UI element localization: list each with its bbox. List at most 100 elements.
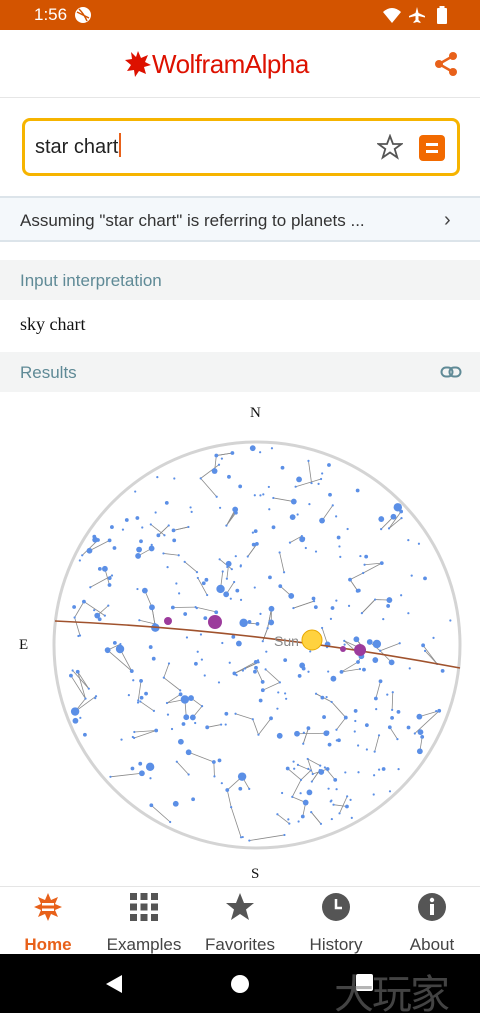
star-point — [235, 589, 239, 593]
star-point — [283, 658, 287, 662]
star-point — [337, 536, 341, 540]
nav-examples[interactable]: Examples — [96, 887, 192, 955]
star-point — [259, 613, 261, 615]
search-input[interactable]: star chart — [35, 133, 121, 159]
star-point — [386, 597, 392, 603]
nav-about-label: About — [384, 935, 480, 955]
star-point — [236, 641, 242, 647]
star-point — [166, 566, 168, 568]
star-point — [222, 570, 224, 572]
nav-home-label: Home — [0, 935, 96, 955]
star-point — [378, 769, 380, 771]
star-point — [300, 792, 302, 794]
star-point — [240, 565, 242, 567]
home-circle-icon[interactable] — [230, 974, 250, 994]
star-point — [307, 460, 309, 462]
star-point — [326, 696, 328, 698]
star-point — [297, 513, 299, 515]
star-point — [88, 688, 90, 690]
star-point — [111, 574, 113, 576]
star-point — [276, 813, 278, 815]
star-point — [278, 584, 282, 588]
star-point — [102, 566, 108, 572]
wolfram-home-icon — [32, 891, 64, 923]
star-point — [82, 600, 86, 604]
star-point — [98, 617, 102, 621]
star-point — [141, 526, 143, 528]
star-point — [212, 760, 216, 764]
star-point — [166, 702, 168, 704]
compute-button[interactable] — [419, 135, 445, 161]
star-point — [272, 525, 276, 529]
star-point — [155, 511, 157, 513]
assumption-bar[interactable]: Assuming "star chart" is referring to pl… — [0, 196, 480, 242]
star-point — [144, 692, 148, 696]
star-point — [108, 576, 112, 580]
nav-history[interactable]: History — [288, 887, 384, 955]
star-point — [307, 768, 309, 770]
star-point — [149, 604, 155, 610]
star-point — [346, 795, 348, 797]
star-point — [120, 739, 122, 741]
star-point — [79, 717, 81, 719]
star-point — [132, 736, 134, 738]
results-heading: Results — [20, 363, 77, 383]
nav-about[interactable]: About — [384, 887, 480, 955]
star-point — [424, 650, 426, 652]
star-point — [163, 534, 165, 536]
wifi-icon — [382, 6, 402, 24]
star-point — [136, 547, 142, 553]
share-icon[interactable] — [432, 50, 460, 78]
star-point — [335, 729, 337, 731]
star-point — [328, 493, 332, 497]
star-point — [186, 749, 192, 755]
star-point — [396, 507, 398, 509]
star-point — [149, 546, 155, 552]
star-point — [259, 494, 261, 496]
star-point — [284, 692, 286, 694]
star-point — [356, 589, 360, 593]
airplane-icon — [408, 6, 426, 24]
link-icon[interactable] — [440, 361, 462, 383]
star-point — [320, 696, 324, 700]
star-point — [301, 537, 305, 541]
star-point — [219, 507, 221, 509]
star-point — [205, 578, 209, 582]
star-point — [337, 738, 341, 742]
star-point — [357, 771, 359, 773]
star-point — [179, 689, 181, 691]
favorite-star-icon[interactable] — [377, 134, 403, 160]
star-point — [294, 731, 300, 737]
star-point — [255, 542, 259, 546]
assumption-text: Assuming "star chart" is referring to pl… — [20, 211, 365, 231]
back-icon[interactable] — [104, 974, 124, 994]
star-point — [328, 743, 332, 747]
nav-favorites[interactable]: Favorites — [192, 887, 288, 955]
star-point — [279, 681, 281, 683]
star-point — [134, 490, 136, 492]
star-point — [420, 735, 424, 739]
star-point — [327, 788, 329, 790]
star-point — [96, 538, 100, 542]
star-point — [340, 670, 344, 674]
results-header: Results — [0, 352, 480, 392]
star-point — [125, 518, 129, 522]
star-point — [253, 670, 257, 674]
battery-icon — [436, 6, 448, 24]
search-box[interactable]: star chart — [22, 118, 460, 176]
star-point — [200, 633, 202, 635]
info-icon — [416, 891, 448, 923]
star-point — [107, 605, 109, 607]
star-point — [95, 695, 97, 697]
star-point — [178, 592, 180, 594]
star-point — [373, 640, 381, 648]
nav-home[interactable]: Home — [0, 887, 96, 955]
star-point — [188, 773, 190, 775]
star-point — [231, 568, 233, 570]
star-point — [219, 558, 221, 560]
star-point — [272, 497, 274, 499]
star-point — [113, 546, 117, 550]
star-point — [265, 651, 267, 653]
star-point — [230, 806, 232, 808]
star-point — [307, 726, 311, 730]
